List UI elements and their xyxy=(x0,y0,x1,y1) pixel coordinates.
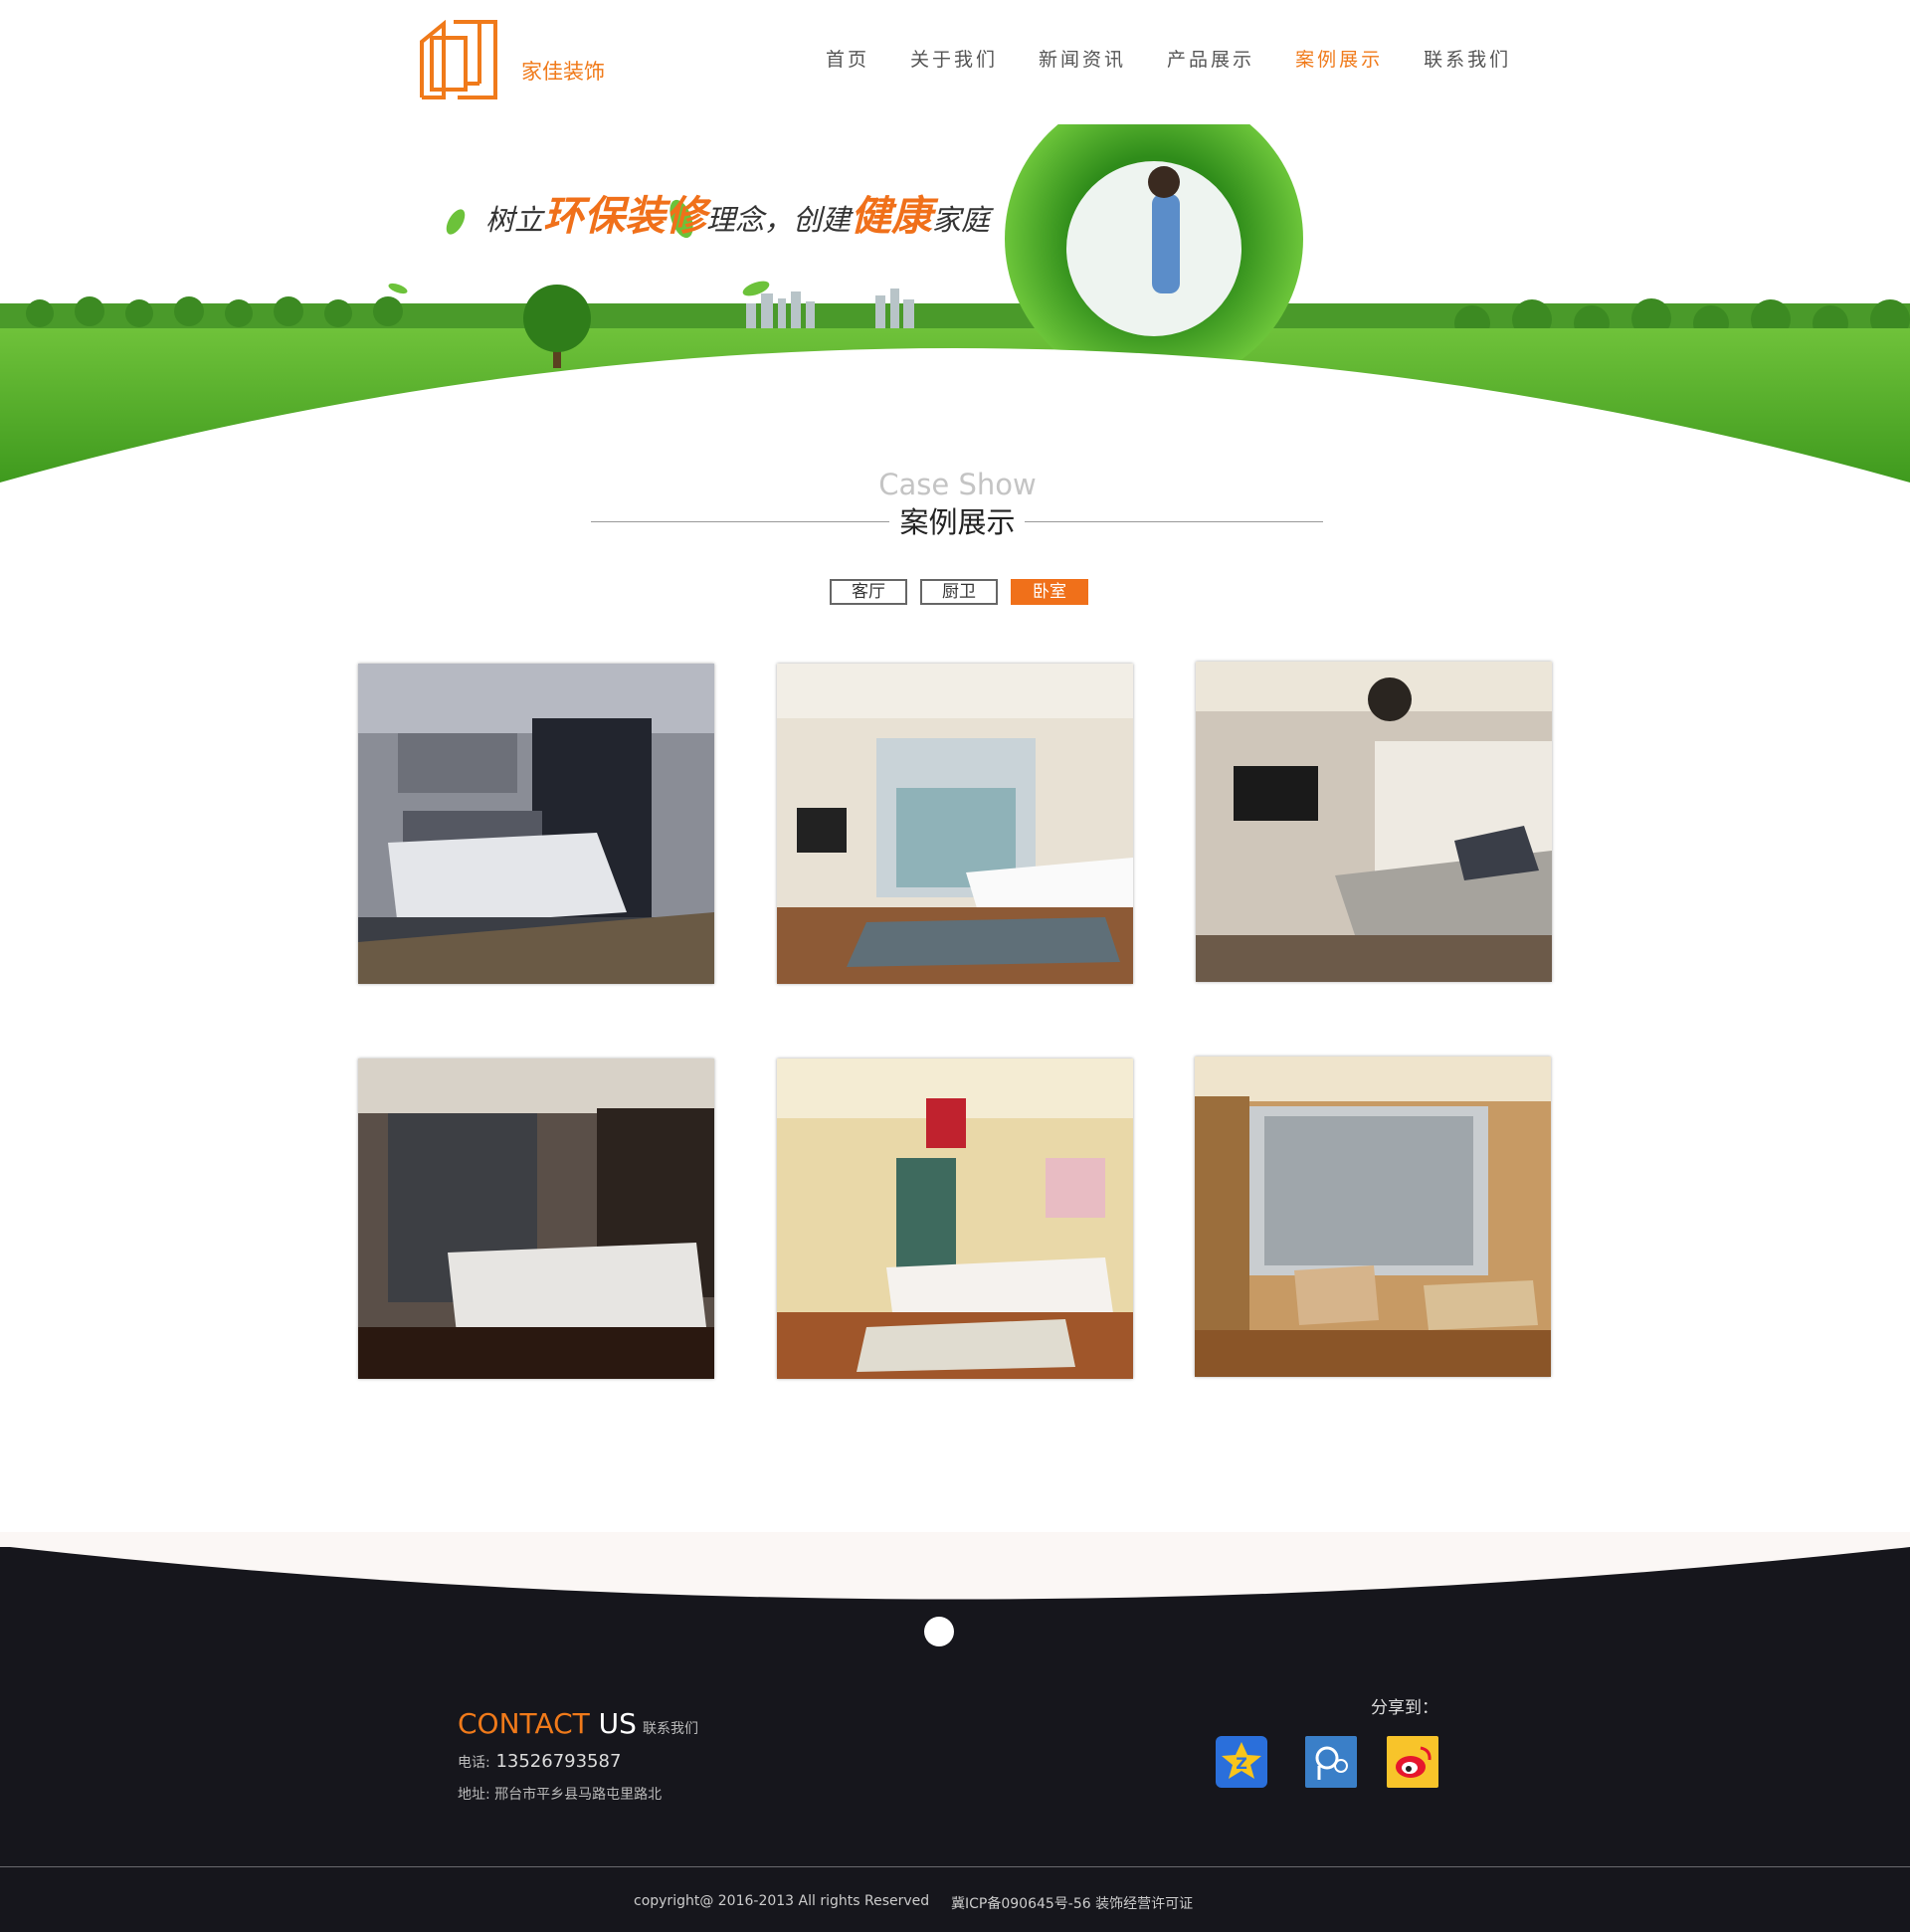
contact-heading-part-1: CONTACT xyxy=(458,1707,590,1740)
tab-bedroom[interactable]: 卧室 xyxy=(1011,579,1088,605)
logo-icon xyxy=(420,20,497,99)
nav-contact[interactable]: 联系我们 xyxy=(1424,45,1511,72)
slogan-highlight-2: 健康 xyxy=(851,192,933,240)
main-nav: 首页 关于我们 新闻资讯 产品展示 案例展示 联系我们 xyxy=(826,45,1552,72)
nav-about[interactable]: 关于我们 xyxy=(910,45,998,72)
copyright-text: copyright@ 2016-2013 All rights Reserved xyxy=(634,1893,930,1909)
nav-news[interactable]: 新闻资讯 xyxy=(1039,45,1126,72)
tab-living-room[interactable]: 客厅 xyxy=(830,579,907,605)
slogan-part-3: 创建 xyxy=(793,203,852,237)
slogan-part-2: 理念， xyxy=(706,203,794,237)
bedroom-photo xyxy=(358,1059,714,1379)
slogan-highlight-1: 环保装修 xyxy=(543,192,707,240)
title-divider-left xyxy=(591,521,889,522)
nav-cases[interactable]: 案例展示 xyxy=(1295,45,1383,72)
sina-weibo-icon[interactable] xyxy=(1387,1736,1438,1788)
case-image-5[interactable] xyxy=(777,1059,1133,1379)
slogan-part-1: 树立 xyxy=(485,203,544,237)
contact-heading-cn: 联系我们 xyxy=(642,1721,698,1737)
logo[interactable]: 家佳装饰 xyxy=(418,20,605,101)
case-image-3[interactable] xyxy=(1196,662,1552,982)
title-divider-right xyxy=(1025,521,1323,522)
footer-background xyxy=(0,1532,1910,1932)
bedroom-photo xyxy=(1196,662,1552,982)
bedroom-photo xyxy=(1195,1057,1551,1377)
page: 家佳装饰 首页 关于我们 新闻资讯 产品展示 案例展示 联系我们 树立环保装修理… xyxy=(0,0,1910,1932)
phone-label: 电话: xyxy=(458,1755,490,1771)
contact-address: 地址: 邢台市平乡县马路屯里路北 xyxy=(458,1787,663,1803)
footer: CONTACT US 联系我们 电话: 13526793587 地址: 邢台市平乡… xyxy=(0,1532,1910,1932)
case-image-1[interactable] xyxy=(358,664,714,984)
qzone-icon[interactable]: Z xyxy=(1216,1736,1267,1788)
case-image-2[interactable] xyxy=(777,664,1133,984)
tab-kitchen-bath[interactable]: 厨卫 xyxy=(920,579,998,605)
nav-home[interactable]: 首页 xyxy=(826,45,869,72)
tencent-weibo-icon[interactable] xyxy=(1305,1736,1357,1788)
section-title-cn: 案例展示 xyxy=(899,505,1016,539)
phone-number: 13526793587 xyxy=(489,1751,622,1772)
banner-slogan: 树立环保装修理念，创建健康家庭 xyxy=(485,182,990,242)
case-category-tabs: 客厅 厨卫 卧室 xyxy=(830,579,1101,605)
case-image-4[interactable] xyxy=(358,1059,714,1379)
nav-products[interactable]: 产品展示 xyxy=(1167,45,1254,72)
svg-text:Z: Z xyxy=(1236,1754,1247,1773)
bedroom-photo xyxy=(358,664,714,984)
share-label: 分享到： xyxy=(1371,1698,1438,1718)
section-title-en: Case Show xyxy=(878,468,1037,501)
logo-text: 家佳装饰 xyxy=(521,60,605,84)
contact-heading: CONTACT US 联系我们 xyxy=(458,1707,698,1740)
contact-heading-part-2: US xyxy=(589,1707,637,1740)
slogan-part-4: 家庭 xyxy=(932,203,991,237)
footer-divider xyxy=(0,1866,1910,1867)
contact-phone: 电话: 13526793587 xyxy=(458,1751,621,1772)
bedroom-photo xyxy=(777,1059,1133,1379)
bedroom-photo xyxy=(777,664,1133,984)
case-image-6[interactable] xyxy=(1195,1057,1551,1377)
icp-license-text: 冀ICP备090645号-56 装饰经营许可证 xyxy=(951,1896,1194,1912)
banner-landscape-image xyxy=(0,124,1910,483)
hero-banner: 树立环保装修理念，创建健康家庭 xyxy=(0,124,1910,483)
